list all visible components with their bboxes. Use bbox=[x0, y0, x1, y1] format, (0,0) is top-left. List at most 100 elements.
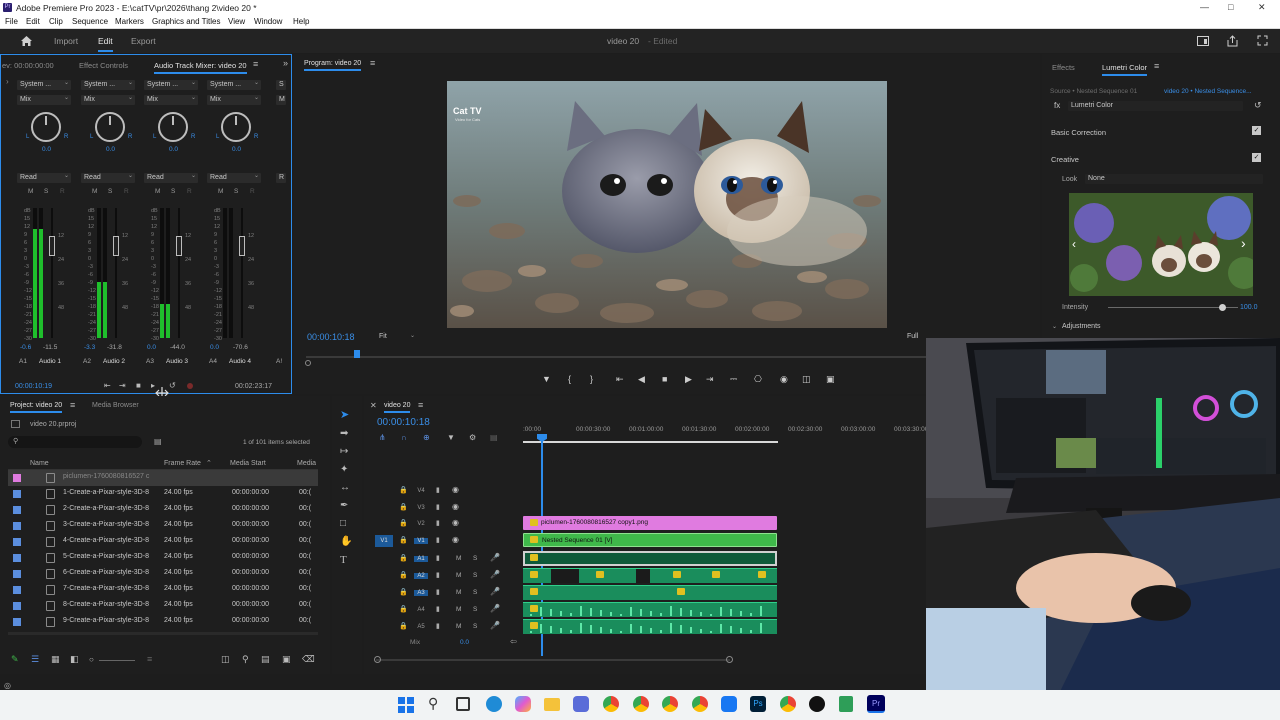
stop-playback-icon[interactable]: ■ bbox=[662, 374, 667, 384]
tab-export[interactable]: Export bbox=[131, 36, 156, 46]
slip-tool-icon[interactable]: ↔ bbox=[340, 482, 350, 493]
sync-lock-icon[interactable]: ▮ bbox=[436, 622, 440, 630]
hand-tool-icon[interactable]: ✋ bbox=[340, 536, 352, 547]
microphone-icon[interactable]: 🎤 bbox=[490, 604, 500, 613]
new-bin-search-icon[interactable]: ▤ bbox=[154, 437, 162, 446]
mute-button[interactable]: M bbox=[155, 188, 160, 195]
track-name[interactable]: V1 bbox=[414, 538, 428, 544]
lumetri-menu-icon[interactable]: ≡ bbox=[1154, 61, 1159, 71]
peak-value[interactable]: 0.0 bbox=[147, 344, 156, 351]
mute-button[interactable]: M bbox=[28, 188, 33, 195]
tab-import[interactable]: Import bbox=[54, 36, 78, 46]
mode-dropdown[interactable]: Mix bbox=[144, 95, 198, 105]
mode-dropdown-partial[interactable]: M bbox=[276, 95, 286, 105]
tab-sequence[interactable]: video 20 bbox=[384, 402, 411, 413]
clip-a2-audio[interactable] bbox=[523, 568, 777, 583]
maximize-icon[interactable]: □ bbox=[1228, 2, 1233, 12]
freeform-view-icon[interactable]: ◧ bbox=[70, 654, 79, 665]
program-playhead[interactable] bbox=[354, 350, 360, 358]
label-color-swatch[interactable] bbox=[13, 522, 21, 530]
project-item-row[interactable]: 6-Create-a-Pixar-style-3D-8 24.00 fps 00… bbox=[8, 566, 318, 582]
track-name[interactable]: A3 bbox=[414, 590, 428, 596]
intensity-slider-handle[interactable] bbox=[1219, 304, 1226, 311]
photoshop-icon[interactable]: Ps bbox=[750, 696, 766, 712]
mute-track-button[interactable]: M bbox=[456, 606, 461, 613]
program-scrubber[interactable] bbox=[306, 356, 926, 358]
mark-out-icon[interactable]: } bbox=[590, 374, 593, 384]
pencil-icon[interactable]: ✎ bbox=[11, 654, 19, 665]
track-name[interactable]: Audio 2 bbox=[103, 358, 125, 365]
program-menu-icon[interactable]: ≡ bbox=[370, 58, 375, 68]
sync-lock-icon[interactable]: ▮ bbox=[436, 554, 440, 562]
menu-file[interactable]: File bbox=[5, 17, 18, 26]
step-back-icon[interactable]: ◀ bbox=[638, 374, 645, 385]
tab-project[interactable]: Project: video 20 bbox=[10, 402, 63, 413]
zoom-out-icon[interactable]: ○ bbox=[89, 655, 94, 664]
ripple-edit-tool-icon[interactable]: ↦ bbox=[340, 446, 348, 457]
lock-icon[interactable]: 🔒 bbox=[399, 554, 408, 562]
sort-ascending-icon[interactable]: ⌃ bbox=[206, 459, 212, 467]
column-frame-rate[interactable]: Frame Rate bbox=[164, 460, 201, 467]
adjustments-chevron-icon[interactable]: ⌄ bbox=[1052, 323, 1057, 330]
project-menu-icon[interactable]: ≡ bbox=[70, 400, 75, 410]
razor-tool-icon[interactable]: ✦ bbox=[340, 464, 348, 475]
track-name[interactable]: Audio 4 bbox=[229, 358, 251, 365]
task-view-icon[interactable] bbox=[456, 697, 470, 711]
mute-track-button[interactable]: M bbox=[456, 623, 461, 630]
sync-lock-icon[interactable]: ▮ bbox=[436, 536, 440, 544]
track-name[interactable]: Audio 1 bbox=[39, 358, 61, 365]
creative-checkbox[interactable]: ✓ bbox=[1252, 153, 1261, 162]
workspace-panel-icon[interactable] bbox=[1197, 36, 1209, 46]
project-item-row[interactable]: 4-Create-a-Pixar-style-3D-8 24.00 fps 00… bbox=[8, 534, 318, 550]
list-view-icon[interactable]: ☰ bbox=[31, 654, 39, 665]
automation-dropdown[interactable]: Read bbox=[144, 173, 198, 183]
look-next-icon[interactable]: › bbox=[1241, 235, 1246, 251]
timeline-timecode[interactable]: 00:00:10:18 bbox=[377, 417, 430, 428]
volume-value[interactable]: -11.5 bbox=[43, 344, 57, 351]
mode-dropdown[interactable]: Mix bbox=[81, 95, 135, 105]
extract-icon[interactable]: ⎔ bbox=[754, 374, 762, 385]
copilot-icon[interactable] bbox=[515, 696, 531, 712]
track-name[interactable]: A2 bbox=[414, 573, 428, 579]
proxy-icon[interactable]: ▣ bbox=[826, 374, 835, 385]
project-item-row[interactable]: 1-Create-a-Pixar-style-3D-8 24.00 fps 00… bbox=[8, 486, 318, 502]
record-arm-button[interactable]: R bbox=[187, 188, 192, 195]
lock-icon[interactable]: 🔒 bbox=[399, 536, 408, 544]
column-media-start[interactable]: Media Start bbox=[230, 460, 266, 467]
output-dropdown[interactable]: System ... bbox=[207, 80, 261, 90]
premiere-taskbar-icon[interactable]: Pr bbox=[867, 695, 885, 713]
output-dropdown-partial[interactable]: S bbox=[276, 80, 286, 90]
auto-dropdown-partial[interactable]: R bbox=[276, 173, 286, 183]
label-color-swatch[interactable] bbox=[13, 602, 21, 610]
track-name[interactable]: V3 bbox=[414, 505, 428, 511]
project-item-row[interactable]: 5-Create-a-Pixar-style-3D-8 24.00 fps 00… bbox=[8, 550, 318, 566]
program-timecode[interactable]: 00:00:10:18 bbox=[307, 332, 355, 342]
menu-window[interactable]: Window bbox=[254, 17, 282, 26]
column-name[interactable]: Name bbox=[30, 460, 49, 467]
sheets-icon[interactable] bbox=[839, 696, 853, 712]
microphone-icon[interactable]: 🎤 bbox=[490, 570, 500, 579]
lock-icon[interactable]: 🔒 bbox=[399, 519, 408, 527]
clip-a1-nested-audio[interactable] bbox=[523, 551, 777, 566]
zoom-handle-left[interactable] bbox=[305, 360, 311, 366]
project-item-row[interactable]: 8-Create-a-Pixar-style-3D-8 24.00 fps 00… bbox=[8, 598, 318, 614]
volume-value[interactable]: -70.6 bbox=[233, 344, 248, 351]
new-item-icon[interactable]: ▣ bbox=[282, 654, 291, 665]
microphone-icon[interactable]: 🎤 bbox=[490, 621, 500, 630]
menu-markers[interactable]: Markers bbox=[115, 17, 144, 26]
solo-button[interactable]: S bbox=[108, 188, 112, 195]
lock-icon[interactable]: 🔒 bbox=[399, 503, 408, 511]
comparison-view-icon[interactable]: ◫ bbox=[802, 374, 811, 385]
menu-help[interactable]: Help bbox=[293, 17, 309, 26]
look-dropdown[interactable]: None bbox=[1085, 174, 1263, 184]
trash-icon[interactable]: ⌫ bbox=[302, 654, 315, 665]
capcut-icon[interactable] bbox=[809, 696, 825, 712]
menu-clip[interactable]: Clip bbox=[49, 17, 63, 26]
lock-icon[interactable]: 🔒 bbox=[399, 622, 408, 630]
timeline-zoom-left-handle[interactable] bbox=[374, 656, 381, 663]
record-arm-button[interactable]: R bbox=[250, 188, 255, 195]
track-name[interactable]: A4 bbox=[414, 607, 428, 613]
linked-selection-icon[interactable]: ⊕ bbox=[423, 433, 430, 442]
wrench-icon[interactable]: ⚙ bbox=[469, 433, 476, 442]
menu-graphics[interactable]: Graphics and Titles bbox=[152, 17, 220, 26]
